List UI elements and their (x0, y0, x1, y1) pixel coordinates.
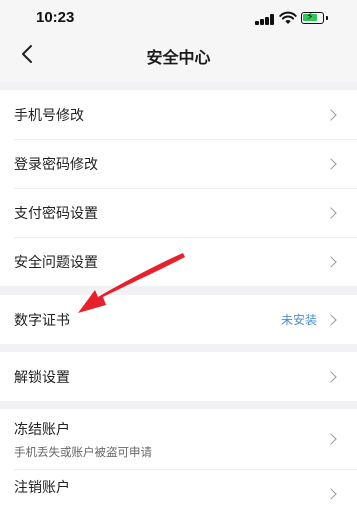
row-subtitle: 手机丢失或账户被盗可申请 (14, 444, 152, 459)
row-phone-change[interactable]: 手机号修改 (0, 90, 357, 139)
row-payment-password[interactable]: 支付密码设置 (0, 188, 357, 237)
certificate-group: 数字证书 未安装 (0, 295, 357, 344)
wifi-icon (279, 11, 297, 24)
top-bar: 10:23 ⚡ 安全中心 (0, 0, 357, 82)
row-unlock-settings[interactable]: 解锁设置 (0, 352, 357, 401)
row-digital-certificate[interactable]: 数字证书 未安装 (0, 295, 357, 344)
chevron-right-icon (325, 487, 337, 500)
page-title: 安全中心 (146, 48, 211, 67)
chevron-right-icon (325, 157, 337, 170)
row-freeze-account[interactable]: 冻结账户 手机丢失或账户被盗可申请 (0, 409, 357, 469)
row-label: 冻结账户 (14, 421, 70, 438)
row-login-password[interactable]: 登录密码修改 (0, 139, 357, 188)
row-label: 解锁设置 (14, 369, 70, 386)
chevron-right-icon (325, 255, 337, 268)
row-label: 注销账户 (14, 480, 70, 496)
chevron-right-icon (325, 313, 337, 326)
account-status-group: 冻结账户 手机丢失或账户被盗可申请 注销账户 (0, 409, 357, 514)
unlock-group: 解锁设置 (0, 352, 357, 401)
chevron-right-icon (325, 433, 337, 445)
row-label: 安全问题设置 (14, 254, 98, 271)
certificate-status: 未安装 (280, 313, 317, 327)
row-cancel-account[interactable]: 注销账户 (0, 469, 357, 514)
account-security-group: 手机号修改 登录密码修改 支付密码设置 安全问题设置 (0, 90, 357, 286)
row-label: 手机号修改 (14, 107, 84, 124)
row-label: 支付密码设置 (14, 205, 98, 222)
chevron-right-icon (325, 370, 337, 383)
status-time: 10:23 (36, 9, 75, 26)
status-bar: 10:23 ⚡ (0, 0, 357, 40)
chevron-right-icon (325, 108, 337, 121)
chevron-right-icon (325, 206, 337, 219)
row-label: 数字证书 (14, 312, 70, 329)
battery-charging-icon: ⚡ (301, 10, 328, 24)
cellular-signal-icon (255, 14, 275, 25)
row-label: 登录密码修改 (14, 156, 98, 173)
row-security-question[interactable]: 安全问题设置 (0, 237, 357, 286)
